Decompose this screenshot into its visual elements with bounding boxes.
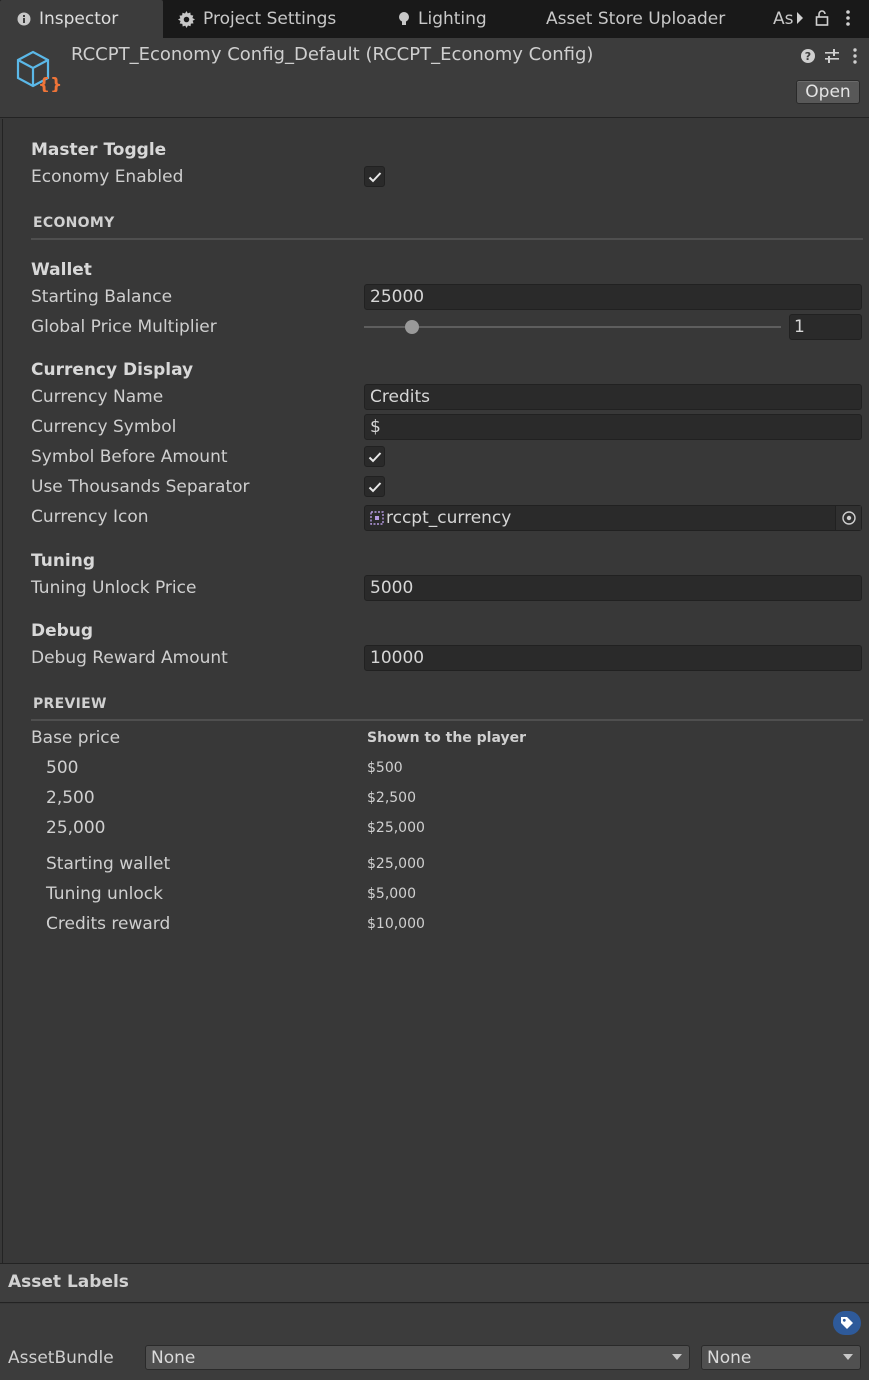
asset-title: RCCPT_Economy Config_Default (RCCPT_Econ… bbox=[71, 44, 594, 65]
chevron-down-icon bbox=[672, 1354, 682, 1360]
tuning-heading: Tuning bbox=[31, 551, 96, 571]
inspector-header: {} RCCPT_Economy Config_Default (RCCPT_E… bbox=[0, 38, 869, 118]
svg-text:?: ? bbox=[805, 50, 811, 63]
open-button[interactable]: Open bbox=[796, 80, 860, 104]
currency-icon-label: Currency Icon bbox=[31, 507, 149, 527]
use-thousands-separator-label: Use Thousands Separator bbox=[31, 477, 250, 497]
preview-row-label: Starting wallet bbox=[46, 854, 171, 874]
price-multiplier-field[interactable]: 1 bbox=[789, 314, 862, 340]
assetbundle-variant-value: None bbox=[707, 1347, 752, 1368]
use-thousands-separator-checkbox[interactable] bbox=[364, 476, 385, 497]
global-price-multiplier-label: Global Price Multiplier bbox=[31, 317, 217, 337]
preview-row-value: $25,000 bbox=[367, 820, 425, 836]
economy-section-label: ECONOMY bbox=[33, 215, 115, 231]
scriptable-object-icon: {} bbox=[14, 48, 62, 96]
preview-row-label: 25,000 bbox=[46, 818, 106, 838]
preview-row-label: Credits reward bbox=[46, 914, 171, 934]
sprite-icon bbox=[370, 511, 384, 525]
currency-name-label: Currency Name bbox=[31, 387, 164, 407]
tab-label: Project Settings bbox=[203, 9, 337, 29]
preview-row-label: Tuning unlock bbox=[46, 884, 163, 904]
tab-scroll-right-icon[interactable] bbox=[790, 6, 810, 30]
symbol-before-amount-checkbox[interactable] bbox=[364, 446, 385, 467]
debug-reward-amount-field[interactable]: 10000 bbox=[364, 645, 862, 671]
checkmark-icon bbox=[368, 481, 381, 492]
help-icon[interactable]: ? bbox=[800, 48, 816, 68]
bulb-icon bbox=[398, 11, 410, 27]
tab-asset-store-uploader[interactable]: Asset Store Uploader bbox=[546, 0, 725, 38]
svg-text:{}: {} bbox=[38, 75, 62, 92]
tab-project-settings[interactable]: Project Settings bbox=[178, 0, 336, 38]
preview-row-label: 500 bbox=[46, 758, 79, 778]
preview-row-value: $5,000 bbox=[367, 886, 416, 902]
gear-icon bbox=[178, 10, 195, 28]
preview-row-label: 2,500 bbox=[46, 788, 95, 808]
preview-row-value: $500 bbox=[367, 760, 403, 776]
price-multiplier-slider-track[interactable] bbox=[364, 326, 781, 328]
currency-icon-value: rccpt_currency bbox=[386, 508, 512, 528]
tab-lighting[interactable]: Lighting bbox=[398, 0, 487, 38]
lock-icon[interactable] bbox=[812, 6, 832, 30]
currency-name-field[interactable]: Credits bbox=[364, 384, 862, 410]
object-picker-icon[interactable] bbox=[835, 506, 861, 530]
tab-label: Lighting bbox=[418, 9, 487, 29]
debug-reward-amount-label: Debug Reward Amount bbox=[31, 648, 228, 668]
tuning-unlock-price-field[interactable]: 5000 bbox=[364, 575, 862, 601]
currency-icon-object-field[interactable]: rccpt_currency bbox=[364, 505, 862, 531]
preview-col-base: Base price bbox=[31, 728, 121, 748]
tab-label: Inspector bbox=[39, 9, 119, 29]
preview-col-shown: Shown to the player bbox=[367, 730, 527, 746]
currency-display-heading: Currency Display bbox=[31, 360, 194, 380]
currency-symbol-label: Currency Symbol bbox=[31, 417, 177, 437]
economy-enabled-checkbox[interactable] bbox=[364, 166, 385, 187]
info-icon bbox=[17, 12, 31, 26]
preview-row-value: $2,500 bbox=[367, 790, 416, 806]
inspector-body: Master Toggle Economy Enabled ECONOMY Wa… bbox=[2, 119, 869, 1263]
asset-labels-title: Asset Labels bbox=[8, 1272, 129, 1292]
preview-row-value: $10,000 bbox=[367, 916, 425, 932]
tab-bar: Inspector Project Settings Lighting Asse… bbox=[0, 0, 869, 38]
tag-icon[interactable] bbox=[833, 1311, 861, 1335]
tab-menu-icon[interactable] bbox=[838, 6, 858, 30]
economy-enabled-label: Economy Enabled bbox=[31, 167, 184, 187]
economy-divider bbox=[31, 238, 863, 240]
presets-icon[interactable] bbox=[824, 48, 840, 68]
preview-divider bbox=[31, 719, 863, 721]
assetbundle-name-value: None bbox=[151, 1347, 196, 1368]
preview-row-value: $25,000 bbox=[367, 856, 425, 872]
starting-balance-label: Starting Balance bbox=[31, 287, 173, 307]
checkmark-icon bbox=[368, 171, 381, 182]
chevron-down-icon bbox=[843, 1354, 853, 1360]
tab-label: Asset Store Uploader bbox=[546, 9, 726, 29]
symbol-before-amount-label: Symbol Before Amount bbox=[31, 447, 228, 467]
debug-heading: Debug bbox=[31, 621, 94, 641]
master-toggle-heading: Master Toggle bbox=[31, 140, 167, 160]
checkmark-icon bbox=[368, 451, 381, 462]
assetbundle-variant-dropdown[interactable]: None bbox=[701, 1345, 861, 1370]
asset-labels-bar[interactable]: Asset Labels bbox=[0, 1263, 869, 1303]
assetbundle-label: AssetBundle bbox=[8, 1348, 114, 1368]
currency-symbol-field[interactable]: $ bbox=[364, 414, 862, 440]
price-multiplier-slider-thumb[interactable] bbox=[404, 320, 419, 334]
assetbundle-name-dropdown[interactable]: None bbox=[145, 1345, 690, 1370]
asset-footer: AssetBundle None None bbox=[0, 1304, 869, 1380]
tuning-unlock-price-label: Tuning Unlock Price bbox=[31, 578, 197, 598]
starting-balance-field[interactable]: 25000 bbox=[364, 284, 862, 310]
wallet-heading: Wallet bbox=[31, 260, 92, 280]
preview-section-label: PREVIEW bbox=[33, 696, 107, 712]
context-menu-icon[interactable] bbox=[853, 48, 857, 68]
tab-inspector[interactable]: Inspector bbox=[0, 0, 163, 38]
